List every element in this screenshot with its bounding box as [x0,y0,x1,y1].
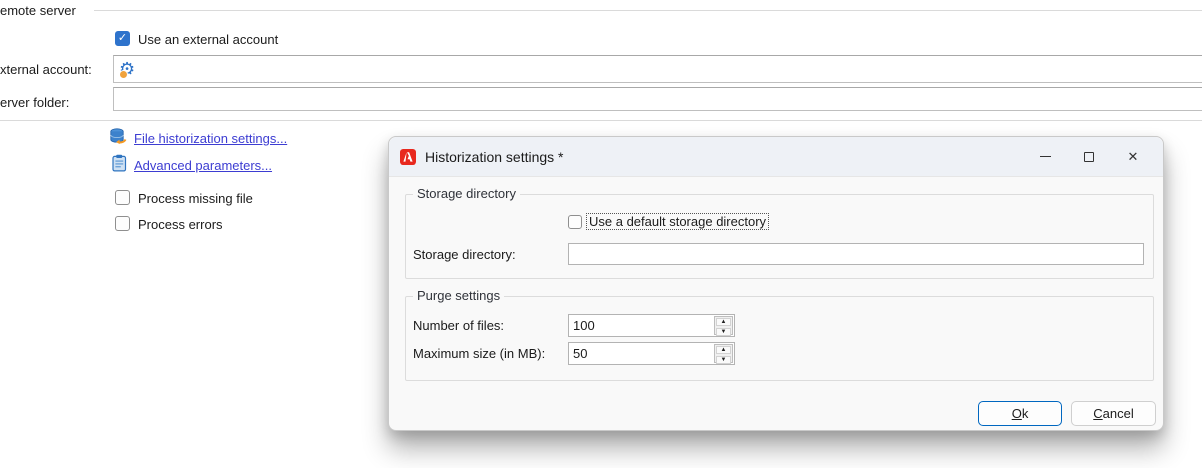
storage-directory-input[interactable] [568,243,1144,265]
use-default-storage-label[interactable]: Use a default storage directory [585,213,770,230]
spin-up-button[interactable]: ▲ [716,318,731,326]
spin-up-icon: ▲ [720,319,727,325]
maximum-size-label: Maximum size (in MB): [413,346,546,361]
maximum-size-spin-buttons: ▲ ▼ [714,344,733,364]
ok-button-label: k [1021,406,1029,421]
storage-directory-group-label: Storage directory [413,186,520,201]
spin-down-button[interactable]: ▼ [716,328,731,336]
dialog-titlebar[interactable]: Historization settings * ✕ [389,137,1163,177]
historization-settings-dialog: Historization settings * ✕ Storage direc… [388,136,1164,431]
remote-server-group-label: emote server [0,3,76,18]
process-missing-file-checkbox[interactable] [115,190,130,205]
minimize-button[interactable] [1023,137,1067,176]
maximize-icon [1084,151,1094,162]
spin-up-icon: ▲ [720,347,727,353]
use-default-storage-checkbox[interactable] [568,215,582,229]
process-errors-label: Process errors [138,217,223,232]
process-missing-file-label: Process missing file [138,191,253,206]
use-external-account-label: Use an external account [138,32,279,47]
server-folder-field[interactable] [113,87,1202,111]
number-of-files-label: Number of files: [413,318,505,333]
gear-globe-badge [119,70,128,79]
ok-button-mnemonic: O [1011,406,1022,421]
advanced-parameters-link[interactable]: Advanced parameters... [134,158,272,173]
cancel-button-label: ancel [1102,406,1134,421]
ok-button[interactable]: Ok [978,401,1062,426]
spin-up-button[interactable]: ▲ [716,346,731,354]
number-of-files-spinner: ▲ ▼ [568,314,735,337]
number-of-files-spin-buttons: ▲ ▼ [714,316,733,336]
checkmark-icon: ✓ [117,32,128,44]
process-errors-checkbox[interactable] [115,216,130,231]
dialog-title: Historization settings * [425,148,564,165]
close-icon: ✕ [1127,149,1139,164]
spin-down-icon: ▼ [720,357,727,363]
database-history-icon [110,128,127,144]
app-window: { "background_form": { "group_label": "e… [0,0,1202,468]
cancel-button-mnemonic: C [1093,406,1103,421]
close-button[interactable]: ✕ [1111,137,1155,176]
cancel-button[interactable]: Cancel [1071,401,1156,426]
maximize-button[interactable] [1067,137,1111,176]
remote-server-group-border [94,10,1202,11]
use-external-account-checkbox[interactable]: ✓ [115,31,130,46]
clipboard-icon [112,154,127,172]
spin-down-button[interactable]: ▼ [716,356,731,364]
app-logo-icon [400,148,416,165]
maximum-size-input[interactable] [568,342,735,365]
spin-down-icon: ▼ [720,329,727,335]
external-account-gear-icon: ⚙ [119,59,136,79]
window-controls: ✕ [1023,137,1155,176]
maximum-size-spinner: ▲ ▼ [568,342,735,365]
external-account-label: xternal account: [0,62,92,77]
external-account-field[interactable]: ⚙ [113,55,1202,83]
storage-directory-label: Storage directory: [413,247,516,262]
storage-directory-group: Storage directory [405,186,1154,279]
minimize-icon [1039,156,1051,157]
purge-settings-group-label: Purge settings [413,288,505,303]
remote-server-group-bottom-border [0,120,1202,121]
server-folder-label: erver folder: [0,95,70,110]
purge-settings-group: Purge settings [405,288,1154,381]
number-of-files-input[interactable] [568,314,735,337]
file-historization-settings-link[interactable]: File historization settings... [134,131,287,146]
